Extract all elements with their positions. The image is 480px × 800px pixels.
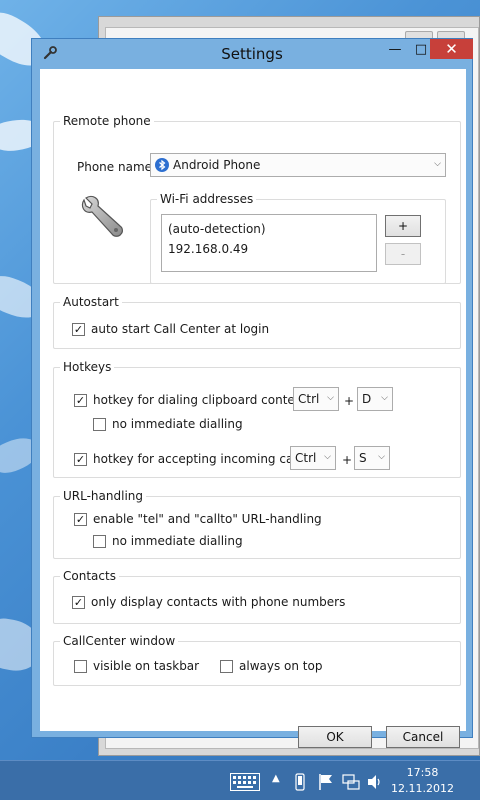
accept-hotkey-checkbox[interactable]: ✓ <box>74 453 87 466</box>
plus-separator: + <box>344 394 355 408</box>
ok-button[interactable]: OK <box>298 726 372 748</box>
no-immediate-dialling-checkbox[interactable] <box>93 418 106 431</box>
contacts-legend: Contacts <box>63 569 116 583</box>
wrench-icon <box>81 195 123 237</box>
flag-icon[interactable] <box>318 773 334 791</box>
volume-icon[interactable] <box>367 773 383 791</box>
always-on-top-checkbox[interactable] <box>220 660 233 673</box>
phone-name-value: Android Phone <box>173 158 261 172</box>
hotkeys-legend: Hotkeys <box>63 360 112 374</box>
accept-modifier-value: Ctrl <box>295 451 317 465</box>
hotkeys-group: Hotkeys ✓ hotkey for dialing clipboard c… <box>53 360 461 478</box>
settings-content: Remote phone Phone name Android Phone ⌵ <box>40 69 466 748</box>
show-hidden-icons-icon[interactable]: ▲ <box>272 773 280 784</box>
autostart-group: Autostart ✓ auto start Call Center at lo… <box>53 295 461 349</box>
wifi-addresses-group: Wi-Fi addresses (auto-detection) 192.168… <box>150 192 446 284</box>
wifi-addresses-legend: Wi-Fi addresses <box>160 192 254 206</box>
chevron-down-icon: ⌵ <box>324 452 331 462</box>
always-on-top-label[interactable]: always on top <box>239 659 322 673</box>
auto-start-checkbox[interactable]: ✓ <box>72 323 85 336</box>
enable-url-handling-label[interactable]: enable "tel" and "callto" URL-handling <box>93 512 322 526</box>
wifi-address-list[interactable]: (auto-detection) 192.168.0.49 <box>161 214 377 272</box>
cancel-button[interactable]: Cancel <box>386 726 460 748</box>
add-address-button[interactable]: + <box>385 215 421 237</box>
title-bar[interactable]: Settings — □ ✕ <box>32 39 473 67</box>
accept-hotkey-label[interactable]: hotkey for accepting incoming calls <box>93 452 306 466</box>
remote-phone-legend: Remote phone <box>63 114 151 128</box>
dial-hotkey-label[interactable]: hotkey for dialing clipboard content <box>93 393 307 407</box>
visible-on-taskbar-label[interactable]: visible on taskbar <box>93 659 199 673</box>
dial-hotkey-checkbox[interactable]: ✓ <box>74 394 87 407</box>
list-item[interactable]: 192.168.0.49 <box>168 239 370 259</box>
list-item[interactable]: (auto-detection) <box>168 219 370 239</box>
phone-icon[interactable] <box>295 773 305 791</box>
plus-separator: + <box>342 453 353 467</box>
accept-key-select[interactable]: S ⌵ <box>354 446 390 470</box>
no-immediate-dialling-label[interactable]: no immediate dialling <box>112 417 243 431</box>
network-icon[interactable] <box>342 773 360 791</box>
touch-keyboard-icon[interactable] <box>230 773 260 791</box>
dial-modifier-select[interactable]: Ctrl ⌵ <box>293 387 339 411</box>
contacts-group: Contacts ✓ only display contacts with ph… <box>53 569 461 624</box>
url-handling-group: URL-handling ✓ enable "tel" and "callto"… <box>53 489 461 559</box>
chevron-down-icon: ⌵ <box>434 159 441 169</box>
chevron-down-icon: ⌵ <box>327 393 334 403</box>
callcenter-window-legend: CallCenter window <box>63 634 176 648</box>
enable-url-handling-checkbox[interactable]: ✓ <box>74 513 87 526</box>
clock-date: 12.11.2012 <box>391 782 454 795</box>
only-phone-contacts-label[interactable]: only display contacts with phone numbers <box>91 595 345 609</box>
taskbar: ▲ 17:58 12.11.2012 <box>0 760 480 800</box>
minimize-button[interactable]: — <box>382 39 408 59</box>
auto-start-label[interactable]: auto start Call Center at login <box>91 322 269 336</box>
phone-name-label: Phone name <box>77 160 153 174</box>
accept-modifier-select[interactable]: Ctrl ⌵ <box>290 446 336 470</box>
url-no-immediate-dialling-checkbox[interactable] <box>93 535 106 548</box>
bluetooth-icon <box>155 158 169 172</box>
autostart-legend: Autostart <box>63 295 119 309</box>
remove-address-button[interactable]: - <box>385 243 421 265</box>
url-handling-legend: URL-handling <box>63 489 143 503</box>
chevron-down-icon: ⌵ <box>381 393 388 403</box>
settings-window: Settings — □ ✕ Remote phone Phone name A… <box>31 38 473 748</box>
dial-modifier-value: Ctrl <box>298 392 320 406</box>
system-clock[interactable]: 17:58 12.11.2012 <box>391 765 454 797</box>
chevron-down-icon: ⌵ <box>378 452 385 462</box>
dial-key-value: D <box>362 392 372 406</box>
only-phone-contacts-checkbox[interactable]: ✓ <box>72 596 85 609</box>
visible-on-taskbar-checkbox[interactable] <box>74 660 87 673</box>
accept-key-value: S <box>359 451 367 465</box>
close-button[interactable]: ✕ <box>430 39 473 59</box>
dial-key-select[interactable]: D ⌵ <box>357 387 393 411</box>
remote-phone-group: Remote phone Phone name Android Phone ⌵ <box>53 114 461 284</box>
callcenter-window-group: CallCenter window visible on taskbar alw… <box>53 634 461 686</box>
clock-time: 17:58 <box>406 766 439 779</box>
phone-name-select[interactable]: Android Phone ⌵ <box>150 153 446 177</box>
url-no-immediate-dialling-label[interactable]: no immediate dialling <box>112 534 243 548</box>
